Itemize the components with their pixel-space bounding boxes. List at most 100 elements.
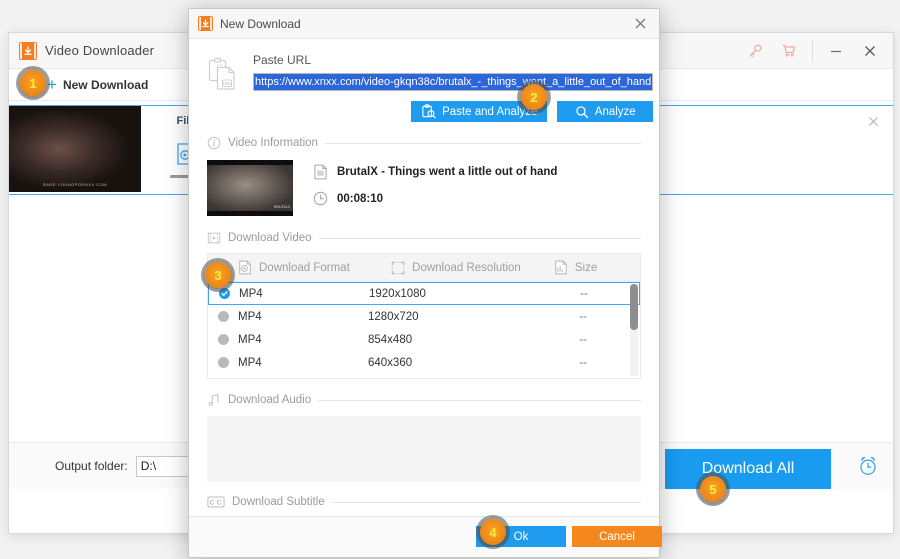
url-input-value: https://www.xnxx.com/video-gkqn38c/bruta… (254, 74, 653, 90)
row-resolution: 854x480 (368, 333, 413, 346)
row-radio[interactable] (209, 288, 239, 299)
row-radio[interactable] (208, 357, 238, 368)
download-all-button[interactable]: Download All (665, 449, 831, 489)
svg-text:URL: URL (223, 81, 232, 86)
download-subtitle-title: Download Subtitle (232, 496, 325, 508)
row-size: -- (579, 333, 587, 346)
cancel-button[interactable]: Cancel (572, 526, 662, 547)
table-row[interactable]: MP4 1920x1080 -- (208, 282, 640, 305)
dialog-body: URL Paste URL https://www.xnxx.com/video… (189, 39, 659, 516)
cart-icon[interactable] (772, 33, 806, 68)
step-badge-5: 5 (700, 476, 726, 502)
table-scrollbar[interactable] (630, 284, 638, 376)
radio-icon (217, 357, 229, 368)
music-note-icon (208, 394, 219, 406)
alarm-clock-icon[interactable] (857, 455, 879, 480)
divider (318, 237, 641, 239)
step-badge-4: 4 (480, 519, 506, 545)
row-resolution: 1280x720 (368, 310, 419, 323)
column-label: Size (574, 261, 598, 274)
table-row[interactable]: MP4 854x480 -- (208, 328, 640, 351)
minimize-icon[interactable] (819, 33, 853, 68)
paste-url-label: Paste URL (253, 53, 312, 67)
disc-file-icon (239, 260, 251, 275)
output-folder-label: Output folder: (55, 459, 128, 473)
column-label: Download Resolution (412, 261, 521, 274)
row-resolution: 1920x1080 (369, 287, 426, 300)
column-size: Size (554, 260, 640, 275)
video-title: BrutalX - Things went a little out of ha… (337, 166, 558, 178)
download-audio-empty-panel (207, 416, 641, 482)
svg-text:C: C (210, 500, 215, 507)
download-format-table: Download Format Download Resolution Size (207, 253, 641, 379)
plus-icon: + (47, 75, 57, 94)
analyze-button-row: Paste and Analyze Analyze (253, 101, 654, 122)
radio-icon (217, 311, 229, 322)
key-icon[interactable] (738, 33, 772, 68)
column-label: Download Format (259, 261, 350, 274)
table-header: Download Format Download Resolution Size (208, 254, 640, 282)
divider (812, 39, 813, 62)
close-icon[interactable] (853, 33, 887, 68)
new-download-label: New Download (62, 77, 149, 92)
size-file-icon (555, 260, 567, 275)
download-video-header: Download Video (207, 231, 641, 245)
new-download-button[interactable]: + New Download (47, 76, 148, 93)
cancel-label: Cancel (599, 530, 635, 543)
row-format: MP4 (238, 356, 262, 369)
video-duration: 00:08:10 (337, 192, 384, 205)
new-download-dialog: New Download URL Paste URL https://www.x… (188, 8, 662, 558)
divider (331, 501, 641, 503)
window-controls (738, 33, 893, 68)
clipboard-url-icon: URL (207, 53, 247, 122)
dialog-footer: Ok Cancel (189, 516, 662, 557)
download-video-title: Download Video (228, 232, 312, 244)
row-size: -- (580, 287, 588, 300)
download-audio-header: Download Audio (207, 393, 641, 407)
task-close-icon[interactable] (868, 114, 879, 130)
app-logo-icon (19, 41, 37, 60)
row-radio[interactable] (208, 311, 238, 322)
table-rows: MP4 1920x1080 -- MP4 1280x720 -- MP4 854… (208, 282, 640, 378)
svg-text:C: C (217, 500, 222, 507)
step-badge-3: 3 (205, 262, 231, 288)
film-play-icon (207, 232, 221, 244)
task-thumbnail: RARE.YOUNGPORNXX.COM (9, 106, 141, 192)
video-information-header: Video Information (207, 136, 641, 150)
app-title: Video Downloader (45, 43, 155, 58)
analyze-button[interactable]: Analyze (557, 101, 654, 122)
row-size: -- (579, 310, 587, 323)
dialog-close-icon[interactable] (625, 9, 655, 38)
row-format: MP4 (239, 287, 263, 300)
clipboard-search-icon (422, 104, 436, 119)
closed-caption-icon: CC (207, 496, 225, 508)
info-icon (207, 136, 221, 150)
column-download-resolution: Download Resolution (391, 261, 554, 275)
divider (318, 399, 641, 401)
analyze-label: Analyze (594, 105, 636, 118)
radio-icon (217, 334, 229, 345)
crop-frame-icon (391, 261, 405, 274)
row-radio[interactable] (208, 334, 238, 345)
row-resolution: 640x360 (368, 356, 413, 369)
screen: Video Downloader + New Download RARE.YOU… (0, 0, 900, 559)
video-thumbnail: BRUTALX (207, 160, 293, 216)
thumbnail-watermark: RARE.YOUNGPORNXX.COM (42, 182, 108, 187)
ok-label: Ok (513, 530, 529, 543)
step-badge-2: 2 (521, 84, 547, 110)
dialog-logo-icon (198, 16, 213, 31)
video-title-row: BrutalX - Things went a little out of ha… (313, 164, 557, 180)
row-size: -- (579, 356, 587, 369)
scrollbar-thumb[interactable] (630, 284, 638, 330)
video-information-title: Video Information (228, 137, 318, 149)
table-row[interactable]: MP4 1280x720 -- (208, 305, 640, 328)
radio-selected-icon (218, 288, 230, 299)
video-meta: BrutalX - Things went a little out of ha… (293, 160, 557, 217)
row-format: MP4 (238, 333, 262, 346)
table-row[interactable]: MP4 640x360 -- (208, 351, 640, 374)
column-download-format: Download Format (208, 260, 391, 275)
download-audio-title: Download Audio (228, 394, 312, 406)
url-input[interactable]: https://www.xnxx.com/video-gkqn38c/bruta… (253, 73, 654, 91)
download-subtitle-header: CC Download Subtitle (207, 496, 641, 508)
dialog-titlebar: New Download (189, 9, 659, 39)
